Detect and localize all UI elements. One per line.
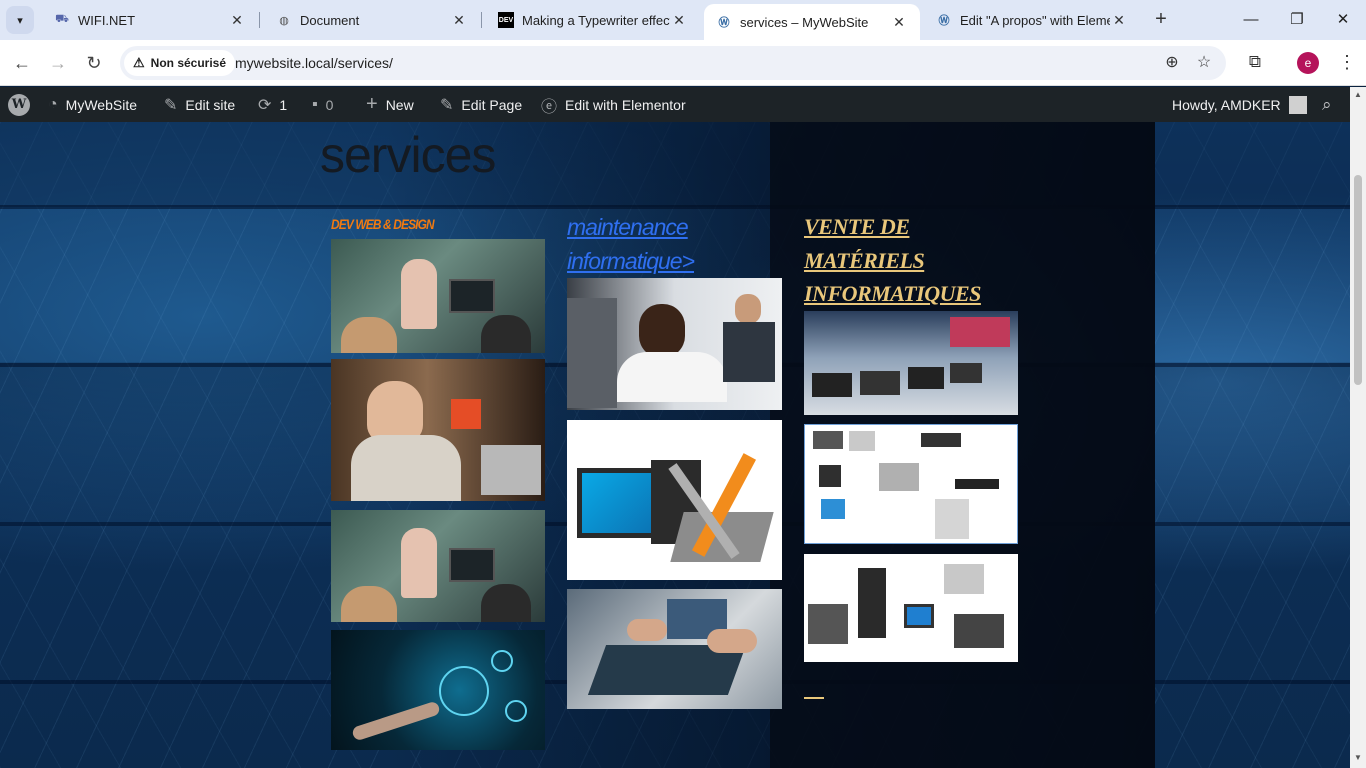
edit-site-label: Edit site — [185, 96, 236, 113]
minimize-icon[interactable]: — — [1228, 6, 1274, 34]
scrollbar-thumb[interactable] — [1354, 175, 1362, 385]
tab-search-icon[interactable]: ▾ — [6, 6, 34, 34]
close-icon[interactable]: ✕ — [890, 14, 908, 31]
extensions-icon[interactable]: ⧉ — [1243, 50, 1267, 74]
wp-logo-menu[interactable]: W — [8, 87, 30, 122]
updates-count: 1 — [279, 96, 288, 113]
tab-wifi-net[interactable]: ⛟ WIFI.NET ✕ — [42, 4, 258, 36]
greeting: Howdy, AMDKER — [1172, 96, 1281, 113]
dev-icon: DEV — [498, 12, 514, 28]
bookmark-star-icon[interactable]: ☆ — [1194, 53, 1214, 73]
restore-icon[interactable]: ❐ — [1274, 6, 1320, 34]
close-icon[interactable]: ✕ — [1110, 12, 1128, 29]
comments-link[interactable]: ▪ 0 — [312, 87, 333, 122]
maintenance-heading-line1: maintenance — [567, 214, 689, 240]
scroll-up-icon[interactable]: ▲ — [1354, 90, 1362, 99]
tab-title: services – MyWebSite — [740, 14, 869, 30]
url-text[interactable]: mywebsite.local/services/ — [235, 55, 393, 71]
close-icon[interactable]: ✕ — [228, 12, 246, 29]
edit-elementor-link[interactable]: ⓔ Edit with Elementor — [541, 87, 686, 122]
page-content: services DEV WEB & DESIGN maintenance in… — [0, 122, 1350, 768]
avatar — [1288, 95, 1307, 114]
tab-title: WIFI.NET — [78, 12, 136, 28]
comment-icon: ▪ — [312, 95, 318, 113]
wordpress-icon: Ⓦ — [718, 17, 730, 29]
edit-elementor-label: Edit with Elementor — [565, 96, 686, 113]
site-name: MyWebSite — [65, 96, 137, 113]
new-content-menu[interactable]: + New — [366, 87, 414, 122]
wordpress-icon: Ⓦ — [938, 15, 950, 27]
woman-laptop-html-photo — [331, 359, 545, 501]
site-name-menu[interactable]: ◔ MyWebSite — [48, 87, 137, 122]
profile-avatar[interactable]: e — [1297, 52, 1319, 74]
brush-icon: ✎ — [164, 96, 178, 114]
close-icon[interactable]: ✕ — [450, 12, 468, 29]
vente-heading-line2: MATÉRIELS — [804, 247, 925, 273]
tab-document[interactable]: ◍ Document ✕ — [264, 4, 480, 36]
dashboard-icon: ◔ — [48, 95, 58, 113]
wordpress-icon: W — [8, 93, 30, 116]
updates-link[interactable]: ⟳ 1 — [258, 87, 287, 122]
team-coding-photo — [331, 239, 545, 353]
divider — [804, 697, 824, 699]
vente-heading-line3: INFORMATIQUES — [804, 281, 981, 306]
technician-repair-photo — [567, 278, 782, 410]
zoom-icon[interactable]: ⊕ — [1162, 53, 1182, 73]
tab-title: Edit "A propos" with Elemen — [960, 12, 1110, 28]
forward-icon[interactable]: → — [45, 50, 71, 76]
address-bar[interactable]: ⚠ Non sécurisé mywebsite.local/services/… — [120, 46, 1226, 80]
vente-heading-line1: VENTE DE — [804, 214, 910, 239]
scroll-down-icon[interactable]: ▼ — [1354, 753, 1362, 762]
computer-equipment-photo — [804, 554, 1018, 662]
search-link[interactable]: ⌕ — [1322, 87, 1332, 122]
updates-icon: ⟳ — [258, 96, 272, 114]
my-account-menu[interactable]: Howdy, AMDKER — [1172, 87, 1307, 122]
elementor-icon: ⓔ — [541, 98, 558, 116]
page-scrollbar[interactable]: ▲ ▼ — [1350, 87, 1366, 768]
security-label: Non sécurisé — [150, 56, 227, 70]
tab-services[interactable]: Ⓦ services – MyWebSite ✕ — [704, 4, 920, 40]
edit-page-label: Edit Page — [461, 96, 523, 113]
back-icon[interactable]: ← — [9, 50, 35, 76]
tab-edit-apropos[interactable]: Ⓦ Edit "A propos" with Elemen ✕ — [924, 4, 1140, 36]
web-development-photo — [331, 630, 545, 750]
computer-tools-photo — [567, 420, 782, 580]
search-icon: ⌕ — [1322, 94, 1332, 114]
edit-page-link[interactable]: ✎ Edit Page — [440, 87, 522, 122]
comments-count: 0 — [325, 96, 334, 113]
wp-admin-bar: W ◔ MyWebSite ✎ Edit site ⟳ 1 ▪ 0 + New … — [0, 87, 1366, 122]
menu-icon[interactable]: ⋮ — [1338, 50, 1356, 74]
address-bar-row: ← → ↻ ⚠ Non sécurisé mywebsite.local/ser… — [0, 40, 1366, 86]
laptop-store-photo — [804, 311, 1018, 415]
security-chip[interactable]: ⚠ Non sécurisé — [124, 50, 236, 76]
maintenance-heading[interactable]: maintenance informatique> — [567, 210, 695, 278]
pencil-icon: ✎ — [440, 96, 454, 114]
close-window-icon[interactable]: ✕ — [1320, 6, 1366, 34]
hardware-catalog-photo — [804, 424, 1018, 544]
new-label: New — [385, 96, 414, 113]
vente-materiels-heading[interactable]: VENTE DE MATÉRIELS INFORMATIQUES — [804, 210, 981, 311]
maintenance-heading-line2: informatique> — [567, 248, 695, 274]
team-coding-photo — [331, 510, 545, 622]
tab-strip: ▾ ⛟ WIFI.NET ✕ ◍ Document ✕ DEV Making a… — [0, 0, 1366, 40]
new-tab-icon[interactable]: + — [1150, 8, 1172, 32]
warning-icon: ⚠ — [133, 55, 145, 70]
tab-title: Making a Typewriter effect f — [522, 12, 670, 28]
page-title: services — [320, 127, 496, 183]
plus-icon: + — [366, 93, 378, 115]
tab-title: Document — [300, 12, 360, 28]
close-icon[interactable]: ✕ — [670, 12, 688, 29]
edit-site-link[interactable]: ✎ Edit site — [164, 87, 235, 122]
reload-icon[interactable]: ↻ — [81, 50, 107, 76]
globe-icon: ◍ — [279, 14, 289, 27]
motherboard-repair-photo — [567, 589, 782, 709]
wifi-net-icon: ⛟ — [55, 13, 69, 25]
tab-typewriter[interactable]: DEV Making a Typewriter effect f ✕ — [486, 4, 700, 36]
dev-web-heading: DEV WEB & DESIGN — [331, 216, 435, 232]
